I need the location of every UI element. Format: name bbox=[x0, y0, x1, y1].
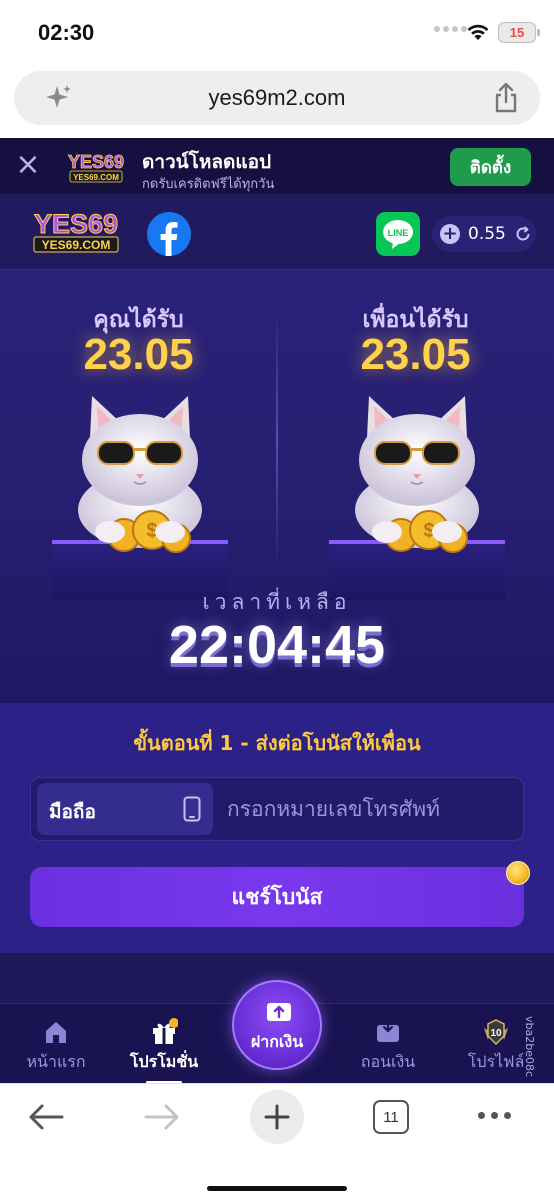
cat-with-coins-image: $ bbox=[329, 396, 505, 600]
refresh-icon[interactable] bbox=[514, 225, 532, 243]
yes69-logo: YES69 YES69.COM bbox=[68, 152, 124, 183]
url-text: yes69m2.com bbox=[208, 85, 346, 110]
facebook-icon[interactable] bbox=[147, 212, 191, 256]
more-options-icon[interactable] bbox=[478, 1112, 511, 1119]
phone-tag-label: มือถือ bbox=[49, 801, 96, 823]
rewards-hero: คุณได้รับ 23.05 $ เพื่อนได้รับ 23.05 $ เ… bbox=[0, 270, 554, 703]
site-version-id: vba2be08c bbox=[523, 1016, 536, 1078]
back-arrow-icon[interactable] bbox=[26, 1100, 66, 1134]
web-page: × YES69 YES69.COM ดาวน์โหลดแอป กดรับเครด… bbox=[0, 138, 554, 1083]
wallet-icon bbox=[377, 1019, 399, 1042]
friend-reward-value: 23.05 bbox=[360, 330, 471, 379]
phone-number-input[interactable] bbox=[227, 778, 517, 840]
svg-text:YES69: YES69 bbox=[68, 152, 124, 172]
svg-text:LINE: LINE bbox=[388, 228, 409, 238]
balance-value: 0.55 bbox=[468, 224, 506, 244]
new-tab-button[interactable] bbox=[250, 1090, 304, 1144]
your-reward: คุณได้รับ 23.05 $ bbox=[0, 270, 277, 600]
svg-text:YES69: YES69 bbox=[34, 209, 118, 239]
gift-icon bbox=[153, 1018, 178, 1044]
cat-with-coins-image: $ bbox=[52, 396, 228, 600]
friend-reward: เพื่อนได้รับ 23.05 $ bbox=[277, 270, 554, 600]
browser-toolbar: 11 bbox=[0, 1083, 554, 1199]
your-reward-value: 23.05 bbox=[83, 330, 194, 379]
tab-label: หน้าแรก bbox=[26, 1052, 86, 1071]
mobile-phone-icon bbox=[183, 796, 201, 822]
home-icon bbox=[46, 1022, 66, 1043]
close-icon[interactable]: × bbox=[14, 150, 42, 180]
countdown-timer: 22:04:45 bbox=[168, 615, 386, 675]
deposit-label: ฝากเงิน bbox=[250, 1032, 304, 1051]
coin-icon bbox=[506, 861, 530, 885]
bottom-tab-bar: หน้าแรก โปรโมชั่น ฝากเงิน ถอนเงิน 10 โปร… bbox=[0, 980, 554, 1083]
line-icon[interactable]: LINE bbox=[376, 212, 420, 256]
phone-tag: มือถือ bbox=[37, 783, 213, 835]
battery-icon: 15 bbox=[498, 22, 540, 43]
plus-icon[interactable]: + bbox=[440, 224, 460, 244]
tab-withdraw[interactable]: ถอนเงิน bbox=[338, 1004, 438, 1083]
balance-pill[interactable]: + 0.55 bbox=[432, 216, 536, 252]
status-time: 02:30 bbox=[38, 20, 95, 45]
site-header: YES69 YES69.COM LINE + 0.55 bbox=[0, 194, 554, 270]
site-logo[interactable]: YES69 YES69.COM bbox=[26, 208, 126, 254]
phone-field: มือถือ bbox=[30, 777, 524, 841]
step-section: ขั้นตอนที่ 1 - ส่งต่อโบนัสให้เพื่อน มือถ… bbox=[0, 703, 554, 953]
address-bar[interactable]: yes69m2.com bbox=[14, 71, 540, 125]
svg-text:YES69.COM: YES69.COM bbox=[42, 238, 111, 252]
sparkle-icon[interactable] bbox=[44, 83, 74, 113]
wifi-icon bbox=[467, 24, 489, 40]
step-title: ขั้นตอนที่ 1 - ส่งต่อโบนัสให้เพื่อน bbox=[133, 731, 421, 755]
plus-icon bbox=[264, 1104, 290, 1130]
deposit-icon bbox=[267, 1003, 291, 1021]
forward-arrow-icon[interactable] bbox=[142, 1100, 182, 1134]
status-bar: 02:30 15 bbox=[0, 0, 554, 66]
level-badge-icon: 10 bbox=[484, 1019, 508, 1046]
level-number: 10 bbox=[490, 1028, 502, 1039]
tab-promotions[interactable]: โปรโมชั่น bbox=[114, 1004, 214, 1083]
tab-label: โปรโมชั่น bbox=[129, 1052, 199, 1071]
share-icon[interactable] bbox=[492, 82, 520, 114]
share-bonus-button[interactable]: แชร์โบนัส bbox=[30, 867, 524, 927]
install-button[interactable]: ติดตั้ง bbox=[450, 148, 531, 186]
tabs-button[interactable]: 11 bbox=[373, 1100, 409, 1134]
tab-label: ถอนเงิน bbox=[360, 1052, 416, 1071]
home-indicator bbox=[207, 1186, 347, 1191]
tab-home[interactable]: หน้าแรก bbox=[6, 1004, 106, 1083]
svg-text:YES69.COM: YES69.COM bbox=[73, 173, 119, 182]
app-download-banner: × YES69 YES69.COM ดาวน์โหลดแอป กดรับเครด… bbox=[0, 138, 554, 194]
banner-subtitle: กดรับเครดิตฟรีได้ทุกวัน bbox=[142, 177, 275, 192]
deposit-button[interactable]: ฝากเงิน bbox=[232, 980, 322, 1070]
cellular-signal-icon bbox=[434, 26, 467, 32]
